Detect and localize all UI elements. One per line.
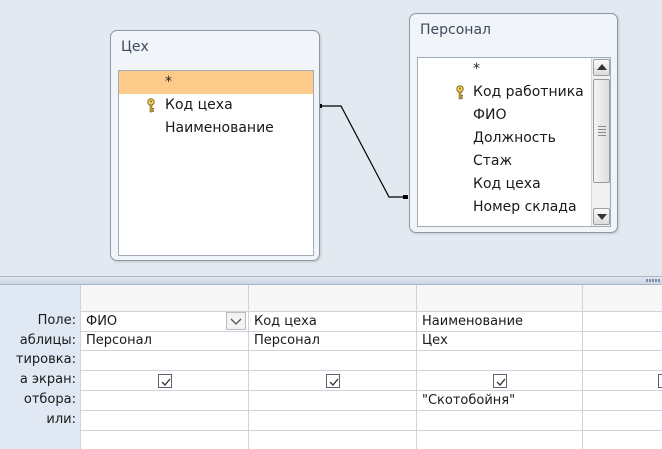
query-design-pane: Цех * Код цеха Наименование Персонал * К… [0, 0, 662, 276]
table-cell[interactable] [583, 331, 662, 350]
scroll-down-button[interactable] [593, 208, 610, 225]
column-selector[interactable] [81, 285, 248, 312]
checkbox-checked-icon [161, 378, 171, 386]
show-cell[interactable] [249, 371, 416, 390]
scroll-down-icon [597, 214, 607, 220]
sort-cell[interactable] [249, 351, 416, 370]
grip-line [598, 129, 606, 130]
grid-column-1[interactable]: ФИО Персонал [80, 285, 248, 449]
table-tseh-title[interactable]: Цех [121, 39, 149, 55]
row-label-sort: тировка: [15, 352, 76, 367]
query-design-grid: Поле: аблицы: тировка: а экран: отбора: … [0, 285, 662, 449]
field-item-fio[interactable]: ФИО [418, 104, 610, 127]
sort-cell[interactable] [81, 351, 248, 370]
row-label-or: или: [46, 412, 76, 427]
grip-line [598, 132, 606, 133]
checkbox-checked-icon [496, 378, 506, 386]
or-cell[interactable] [417, 411, 582, 430]
pane-splitter[interactable] [0, 276, 662, 285]
grid-row-labels: Поле: аблицы: тировка: а экран: отбора: … [0, 285, 80, 449]
scroll-up-icon [597, 64, 607, 70]
grid-column-2[interactable]: Код цеха Персонал [248, 285, 416, 449]
table-cell[interactable]: Персонал [81, 331, 248, 350]
show-checkbox[interactable] [658, 374, 662, 388]
field-item-kod-tseha[interactable]: Код цеха [418, 173, 610, 196]
show-cell[interactable] [417, 371, 582, 390]
show-checkbox[interactable] [158, 374, 172, 388]
row-label-criteria: отбора: [23, 392, 76, 407]
table-personal-title[interactable]: Персонал [420, 22, 491, 38]
field-label: Должность [473, 130, 556, 146]
field-dropdown-button[interactable] [226, 312, 246, 330]
column-selector[interactable] [249, 285, 416, 312]
field-item-all[interactable]: * [418, 58, 610, 81]
scroll-up-button[interactable] [593, 59, 610, 76]
field-item-stazh[interactable]: Стаж [418, 150, 610, 173]
field-item-naimenovanie[interactable]: Наименование [119, 117, 313, 140]
grip-line [598, 126, 606, 127]
field-label: Код цеха [165, 97, 233, 113]
field-item-dolzhnost[interactable]: Должность [418, 127, 610, 150]
key-icon [456, 85, 464, 100]
grid-column-3[interactable]: Наименование Цех "Скотобойня" [416, 285, 582, 449]
grip-line [598, 135, 606, 136]
criteria-cell[interactable] [81, 391, 248, 410]
field-label: Номер склада [473, 199, 577, 215]
criteria-cell[interactable] [249, 391, 416, 410]
show-cell[interactable] [81, 371, 248, 390]
table-personal-field-list[interactable]: * Код работника ФИО Должность Стаж Код ц… [417, 57, 611, 227]
dropdown-arrow-icon [230, 318, 242, 325]
grid-column-4[interactable] [582, 285, 662, 449]
checkbox-checked-icon [329, 378, 339, 386]
row-label-field: Поле: [37, 313, 76, 328]
field-list-scrollbar[interactable] [591, 58, 610, 226]
table-tseh-field-list[interactable]: * Код цеха Наименование [118, 70, 314, 256]
row-label-table: аблицы: [19, 333, 76, 348]
table-tseh[interactable]: Цех * Код цеха Наименование [110, 30, 320, 261]
table-cell[interactable]: Персонал [249, 331, 416, 350]
table-personal[interactable]: Персонал * Код работника ФИО Должность С… [409, 13, 618, 233]
or-cell[interactable] [81, 411, 248, 430]
criteria-cell[interactable]: "Скотобойня" [417, 391, 582, 410]
show-checkbox[interactable] [493, 374, 507, 388]
sort-cell[interactable] [417, 351, 582, 370]
sort-cell[interactable] [583, 351, 662, 370]
column-selector[interactable] [583, 285, 662, 312]
splitter-grip-icon[interactable] [646, 279, 660, 282]
field-label: * [165, 74, 172, 90]
field-item-kod-rabotnika[interactable]: Код работника [418, 81, 610, 104]
field-cell[interactable]: ФИО [81, 312, 248, 331]
table-cell[interactable]: Цех [417, 331, 582, 350]
field-label: Наименование [165, 120, 274, 136]
scroll-thumb[interactable] [593, 79, 610, 183]
field-item-kod-tseha[interactable]: Код цеха [119, 94, 313, 117]
field-cell[interactable]: Код цеха [249, 312, 416, 331]
field-label: Код работника [473, 84, 584, 100]
criteria-cell[interactable] [583, 391, 662, 410]
or-cell[interactable] [583, 411, 662, 430]
field-cell[interactable] [583, 312, 662, 331]
field-label: ФИО [473, 107, 507, 123]
column-selector[interactable] [417, 285, 582, 312]
field-label: Стаж [473, 153, 513, 169]
row-label-show: а экран: [19, 372, 76, 387]
show-checkbox[interactable] [326, 374, 340, 388]
field-item-all[interactable]: * [119, 71, 313, 94]
field-item-nomer-sklada[interactable]: Номер склада [418, 196, 610, 219]
or-cell[interactable] [249, 411, 416, 430]
field-label: Код цеха [473, 176, 541, 192]
field-label: * [473, 61, 480, 77]
key-icon [147, 98, 155, 113]
field-cell[interactable]: Наименование [417, 312, 582, 331]
show-cell[interactable] [583, 371, 662, 390]
